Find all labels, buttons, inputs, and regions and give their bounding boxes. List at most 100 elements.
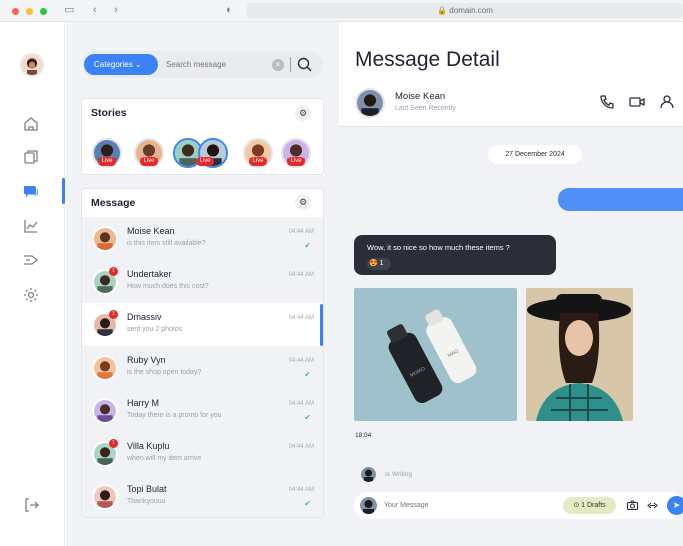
read-check-icon: ✔ [304, 413, 311, 422]
phone-icon[interactable] [598, 93, 616, 111]
message-preview: sent you 2 photos [127, 326, 183, 333]
drafts-label: 1 Drafts [581, 502, 606, 509]
message-text: Wow, it so nice so how much these items … [367, 243, 510, 252]
reaction-chip[interactable]: 😍 1 [367, 258, 391, 270]
avatar [361, 467, 376, 482]
message-time: 04:44 AM [288, 487, 314, 493]
avatar[interactable] [20, 53, 44, 77]
read-check-icon: ✔ [304, 370, 311, 379]
documents-icon[interactable] [22, 148, 40, 166]
sidebar-toggle-icon[interactable]: ▭ [64, 4, 74, 17]
search-input[interactable] [166, 56, 266, 73]
messages-title: Message [91, 197, 136, 209]
typing-indicator: Is Writing [385, 471, 412, 478]
message-preview: is this item still available? [127, 240, 206, 247]
incoming-message-bubble[interactable]: Wow, it so nice so how much these items … [354, 235, 556, 275]
active-indicator [62, 178, 65, 204]
contact-name: Topi Bulat [127, 484, 167, 494]
maximize-window-button[interactable] [40, 8, 47, 15]
url-text: domain.com [449, 6, 493, 15]
minimize-window-button[interactable] [26, 8, 33, 15]
message-detail-pane: Message Detail Moise Kean Last Seen Rece… [339, 22, 683, 546]
reaction-count: 1 [379, 260, 384, 267]
contact-name: Villa Kuplu [127, 441, 170, 451]
message-time: 04:44 AM [288, 444, 314, 450]
unread-badge: 1 [109, 267, 118, 276]
message-preview: is the shop open today? [127, 369, 202, 376]
categories-dropdown[interactable]: Categories ⌄ [84, 54, 158, 75]
avatar [92, 398, 118, 424]
avatar [360, 497, 377, 514]
privacy-shield-icon[interactable]: ◐ [226, 4, 233, 17]
conversation-item[interactable]: 1 Dmassiv sent you 2 photos 04:44 AM [82, 303, 323, 346]
read-check-icon: ✔ [304, 499, 311, 508]
portrait-photo[interactable] [526, 288, 633, 421]
message-time: 04:44 AM [288, 401, 314, 407]
live-badge: Live [140, 157, 158, 166]
analytics-icon[interactable] [22, 217, 40, 235]
settings-icon[interactable] [22, 286, 40, 304]
attachment-icon[interactable] [646, 499, 659, 512]
conversation-item[interactable]: Ruby Vyn is the shop open today? 04:44 A… [82, 346, 323, 389]
avatar [92, 226, 118, 252]
categories-label: Categories [94, 60, 133, 69]
back-icon[interactable]: ‹ [93, 4, 97, 17]
address-bar[interactable]: 🔒 domain.com [247, 3, 683, 18]
contact-name: Undertaker [127, 269, 172, 279]
messages-icon[interactable] [22, 182, 40, 200]
avatar[interactable] [355, 88, 385, 118]
message-preview: Today there is a promo for you [127, 412, 222, 419]
conversation-item[interactable]: 1 Villa Kuplu when will my item arrive 0… [82, 432, 323, 475]
scrollbar-thumb[interactable] [320, 304, 323, 346]
product-photo[interactable]: MOMO MAO [354, 288, 517, 421]
tag-icon[interactable] [22, 251, 40, 269]
divider [290, 57, 291, 72]
camera-icon[interactable] [626, 499, 639, 512]
stories-settings-icon[interactable]: ⚙ [295, 105, 311, 121]
clear-search-icon[interactable]: × [272, 59, 284, 71]
messages-settings-icon[interactable]: ⚙ [295, 194, 311, 210]
message-time: 04:44 AM [288, 229, 314, 235]
video-call-icon[interactable] [628, 93, 646, 111]
logout-icon[interactable] [22, 496, 40, 514]
message-time: 04:44 AM [288, 315, 314, 321]
message-preview: Thankyouuu [127, 498, 166, 505]
read-check-icon: ✔ [304, 241, 311, 250]
message-input[interactable] [384, 497, 554, 514]
live-badge: Live [98, 157, 116, 166]
message-preview: How much does this cost? [127, 283, 209, 290]
drafts-icon: ⊙ [573, 502, 580, 509]
conversation-item[interactable]: Topi Bulat Thankyouuu 04:44 AM ✔ [82, 475, 323, 517]
message-preview: when will my item arrive [127, 455, 202, 462]
contact-info-icon[interactable] [659, 93, 677, 111]
messages-card: Message ⚙ Moise Kean is this item still … [81, 188, 324, 518]
contact-name: Harry M [127, 398, 159, 408]
search-bar: Categories ⌄ × [82, 51, 323, 78]
contact-name: Moise Kean [395, 91, 446, 102]
divider [339, 126, 683, 127]
contact-name: Dmassiv [127, 312, 162, 322]
avatar [92, 484, 118, 510]
page-title: Message Detail [355, 48, 500, 71]
forward-icon[interactable]: › [114, 4, 118, 17]
send-button[interactable]: ➤ [667, 496, 683, 515]
live-badge: Live [287, 157, 305, 166]
conversation-list-pane: Categories ⌄ × Stories ⚙ Live Live Live … [66, 22, 339, 546]
message-time: 04:44 AM [288, 272, 314, 278]
browser-toolbar: ▭ ‹ › ◐ 🔒 domain.com [0, 0, 683, 22]
chevron-down-icon: ⌄ [134, 60, 142, 69]
unread-badge: 1 [109, 310, 118, 319]
search-icon[interactable] [296, 56, 313, 73]
contact-name: Moise Kean [127, 226, 175, 236]
conversation-item[interactable]: 1 Undertaker How much does this cost? 04… [82, 260, 323, 303]
avatar [92, 355, 118, 381]
drafts-button[interactable]: ⊙ 1 Drafts [563, 497, 616, 514]
home-icon[interactable] [22, 115, 40, 133]
stories-title: Stories [91, 107, 127, 119]
last-seen: Last Seen Recently [395, 105, 456, 112]
detail-header: Message Detail Moise Kean Last Seen Rece… [339, 22, 683, 126]
outgoing-message-bubble[interactable] [558, 188, 683, 211]
conversation-item[interactable]: Moise Kean is this item still available?… [82, 217, 323, 260]
conversation-item[interactable]: Harry M Today there is a promo for you 0… [82, 389, 323, 432]
close-window-button[interactable] [12, 8, 19, 15]
